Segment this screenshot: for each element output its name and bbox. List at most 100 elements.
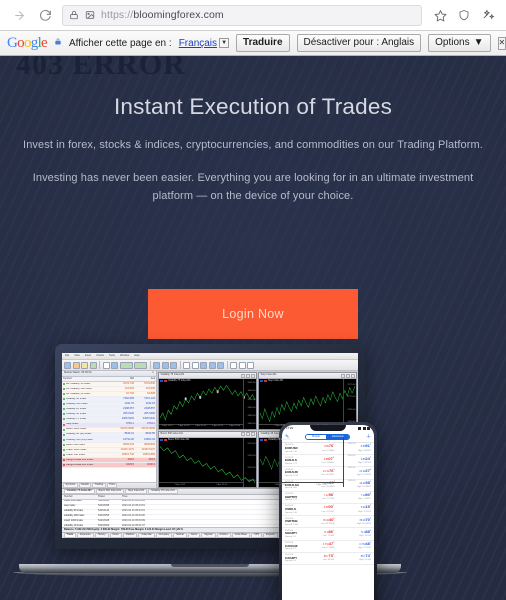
ask-price: 1342.18 <box>145 401 155 405</box>
window-buttons[interactable] <box>240 432 255 436</box>
toolbar-icon-profile[interactable] <box>89 361 97 369</box>
terminal-tab[interactable]: Volatility 75 Index,M1 <box>63 488 95 495</box>
toolbar-icon-candle-chart[interactable] <box>161 361 169 369</box>
plus-icon[interactable]: ＋ <box>366 434 371 440</box>
chart-window[interactable]: Volatility 75 Index,M1 Volatility 75 Ind… <box>158 372 257 430</box>
ask-price: 4408.5432 <box>142 417 155 421</box>
quote-row[interactable]: 09:28:01 EURAUD Spread: 1618 21.31765 Low: 2… <box>282 467 374 480</box>
menu-insert[interactable]: Insert <box>85 354 92 358</box>
quote-row[interactable]: 09:28:01 SGDJPY Spread: 24 71.8861 Low: 71.8… <box>282 528 374 541</box>
terminal-bottom-tab[interactable]: Exposure <box>77 532 94 538</box>
terminal-bottom-tab[interactable]: Company <box>155 532 173 538</box>
quote-info: 09:28:01 CADCHF Spread: 15 <box>285 542 298 550</box>
reload-icon[interactable] <box>32 2 58 28</box>
toolbar-icon-print[interactable] <box>102 361 110 369</box>
new-order-button[interactable] <box>134 361 147 369</box>
toolbar-icon-grid[interactable] <box>200 361 207 369</box>
browser-toolbar: https://bloomingforex.com <box>0 0 506 30</box>
bid-price: 2338.657 <box>123 407 134 410</box>
toolbar-icon-templates[interactable] <box>247 361 254 369</box>
toolbar-icon-zoom-in[interactable] <box>183 361 190 369</box>
login-now-button[interactable]: Login Now <box>148 289 358 339</box>
quote-high: High: 91.400 <box>359 559 371 562</box>
toolbar-icon-autoscroll[interactable] <box>208 361 216 369</box>
market-watch-panel: Market Watch: 05:45:33 ✕ Symbol Bid Ask … <box>62 371 157 489</box>
chart-window[interactable]: Step Index,M1 Step Index,M1 9775.00 9770… <box>258 372 357 430</box>
price-tick: 9700.00 <box>247 467 256 470</box>
extension-icon[interactable] <box>476 2 500 28</box>
terminal-bottom-tab[interactable]: Articles <box>216 532 231 538</box>
chart-canvas[interactable]: Volatility 75 Index,M1 4405.00 4400.00 4… <box>159 379 256 429</box>
toolbar-icon-bar-chart[interactable] <box>153 361 160 369</box>
url-bar[interactable]: https://bloomingforex.com <box>62 4 422 26</box>
quote-row[interactable]: 09:28:01 GBPTRY Spread: 141 7.12567 Low: 7.1… <box>282 492 374 504</box>
toolbar-icon-zoom-out[interactable] <box>191 361 199 369</box>
quote-row[interactable]: 09:28:01 USDILS Spread: 130 3.52007 Low: 3.5… <box>282 504 374 517</box>
forward-arrow-icon[interactable] <box>6 2 32 28</box>
close-translate-bar-button[interactable]: ✕ <box>497 36 506 50</box>
terminal-bottom-tab[interactable]: Market <box>173 532 187 538</box>
menu-view[interactable]: View <box>74 354 80 358</box>
terminal-bottom-tab[interactable]: VPS <box>251 532 263 538</box>
segment-simple[interactable]: Simple <box>305 434 326 440</box>
shield-icon[interactable] <box>452 2 476 28</box>
terminal-bottom-tab[interactable]: Calendar <box>138 532 155 538</box>
quote-row[interactable]: 09:28:01 USDTHB Spread: 1300 35.46408 Low: 3… <box>282 516 374 529</box>
reader-view-icon[interactable] <box>85 10 95 20</box>
toolbar-icon-new[interactable] <box>64 361 71 369</box>
toolbar-icon-save[interactable] <box>81 361 88 369</box>
quote-row[interactable]: 09:28:01 EURJLS Spread: 172 3.86073 Low: 3.8… <box>282 455 374 468</box>
language-name[interactable]: Français <box>179 38 217 49</box>
star-icon[interactable] <box>428 2 452 28</box>
window-buttons[interactable] <box>340 373 355 378</box>
terminal-tab[interactable]: Volatility 25 Index,M1 <box>148 488 178 495</box>
hero-section: Instant Execution of Trades Invest in fo… <box>0 56 506 205</box>
menu-help[interactable]: Help <box>134 354 139 358</box>
terminal-tab[interactable]: Boom 500 Index,M1 <box>95 488 124 495</box>
terminal-tab[interactable]: Step Index,M1 <box>124 488 148 495</box>
chart-price-scale: 9775.00 9770.00 9765.00 9760.00 <box>343 379 356 429</box>
toolbar-icon-shift[interactable] <box>217 361 224 369</box>
terminal-bottom-tab[interactable]: Mailbox <box>122 532 138 538</box>
phone-mockup: 17:29 ✎ Simple Advanced ＋ 09:28:01 EURUSD… <box>279 422 377 600</box>
toolbar-icon-nav[interactable] <box>111 361 118 369</box>
quote-row[interactable]: 09:28:01 CADCHF Spread: 15 0.734473 Low: 0.7… <box>282 541 374 553</box>
toolbar-icon-open[interactable] <box>72 361 80 369</box>
window-buttons[interactable] <box>240 373 255 378</box>
toolbar-icon-line-chart[interactable] <box>170 361 177 369</box>
translate-options-button[interactable]: Options ▼ <box>428 34 491 52</box>
quote-row[interactable]: 09:28:01 CADJPY Spread: 24 88.7739 Low: 88.3… <box>282 553 374 565</box>
terminal-bottom-tab[interactable]: History <box>94 532 109 538</box>
toolbar-icon-indicators[interactable] <box>230 361 237 369</box>
terminal-bottom-tab[interactable]: News <box>109 532 122 538</box>
terminal-bottom-tab[interactable]: Signals <box>201 532 216 538</box>
market-watch-row[interactable]: Range Break 200 Index 1629.5 1630.3 <box>62 463 156 469</box>
menu-tools[interactable]: Tools <box>109 354 115 358</box>
menu-window[interactable]: Window <box>120 354 129 358</box>
close-icon[interactable]: ✕ <box>152 372 154 375</box>
chart-canvas[interactable]: Boom 500 Index,M1 9710.00 9705.00 9700.0… <box>159 437 256 487</box>
toolbar-icon-period[interactable] <box>238 361 246 369</box>
translate-button[interactable]: Traduire <box>236 34 290 52</box>
autotrading-button[interactable] <box>119 361 133 369</box>
menu-file[interactable]: File <box>65 354 69 358</box>
terminal-bottom-tab[interactable]: Experts <box>263 532 278 538</box>
minimize-icon <box>240 432 245 436</box>
quote-high: High: 7.14057 <box>358 498 371 501</box>
terminal-bottom-tab[interactable]: Code Base <box>231 532 251 538</box>
chevron-down-icon[interactable]: ▼ <box>219 38 230 48</box>
terminal-bottom-tab[interactable]: Trade <box>63 532 77 538</box>
ask-block: 3.52151 High: 3.53115 <box>345 505 371 513</box>
language-select[interactable]: Français ▼ <box>179 38 230 49</box>
terminal-bottom-tab[interactable]: Alerts <box>187 532 201 538</box>
menu-charts[interactable]: Charts <box>96 354 104 358</box>
chart-window[interactable]: Boom 500 Index,M1 Boom 500 Index,M1 9710… <box>158 430 257 488</box>
phone-quotes-list[interactable]: 09:28:01 EURUSD Spread: 140 0.59762 Low: 0.5… <box>282 443 374 600</box>
price-tick: 9770.00 <box>347 396 356 399</box>
status-dot <box>63 423 65 426</box>
disable-translate-button[interactable]: Désactiver pour : Anglais <box>296 34 422 52</box>
quote-row[interactable]: 09:28:01 EURUSD Spread: 140 0.59762 Low: 0.5… <box>282 443 374 456</box>
status-dot <box>63 393 65 396</box>
chart-legend: Step Index,M1 <box>260 379 283 383</box>
hero-subtitle-1: Invest in forex, stocks & indices, crypt… <box>23 139 483 151</box>
